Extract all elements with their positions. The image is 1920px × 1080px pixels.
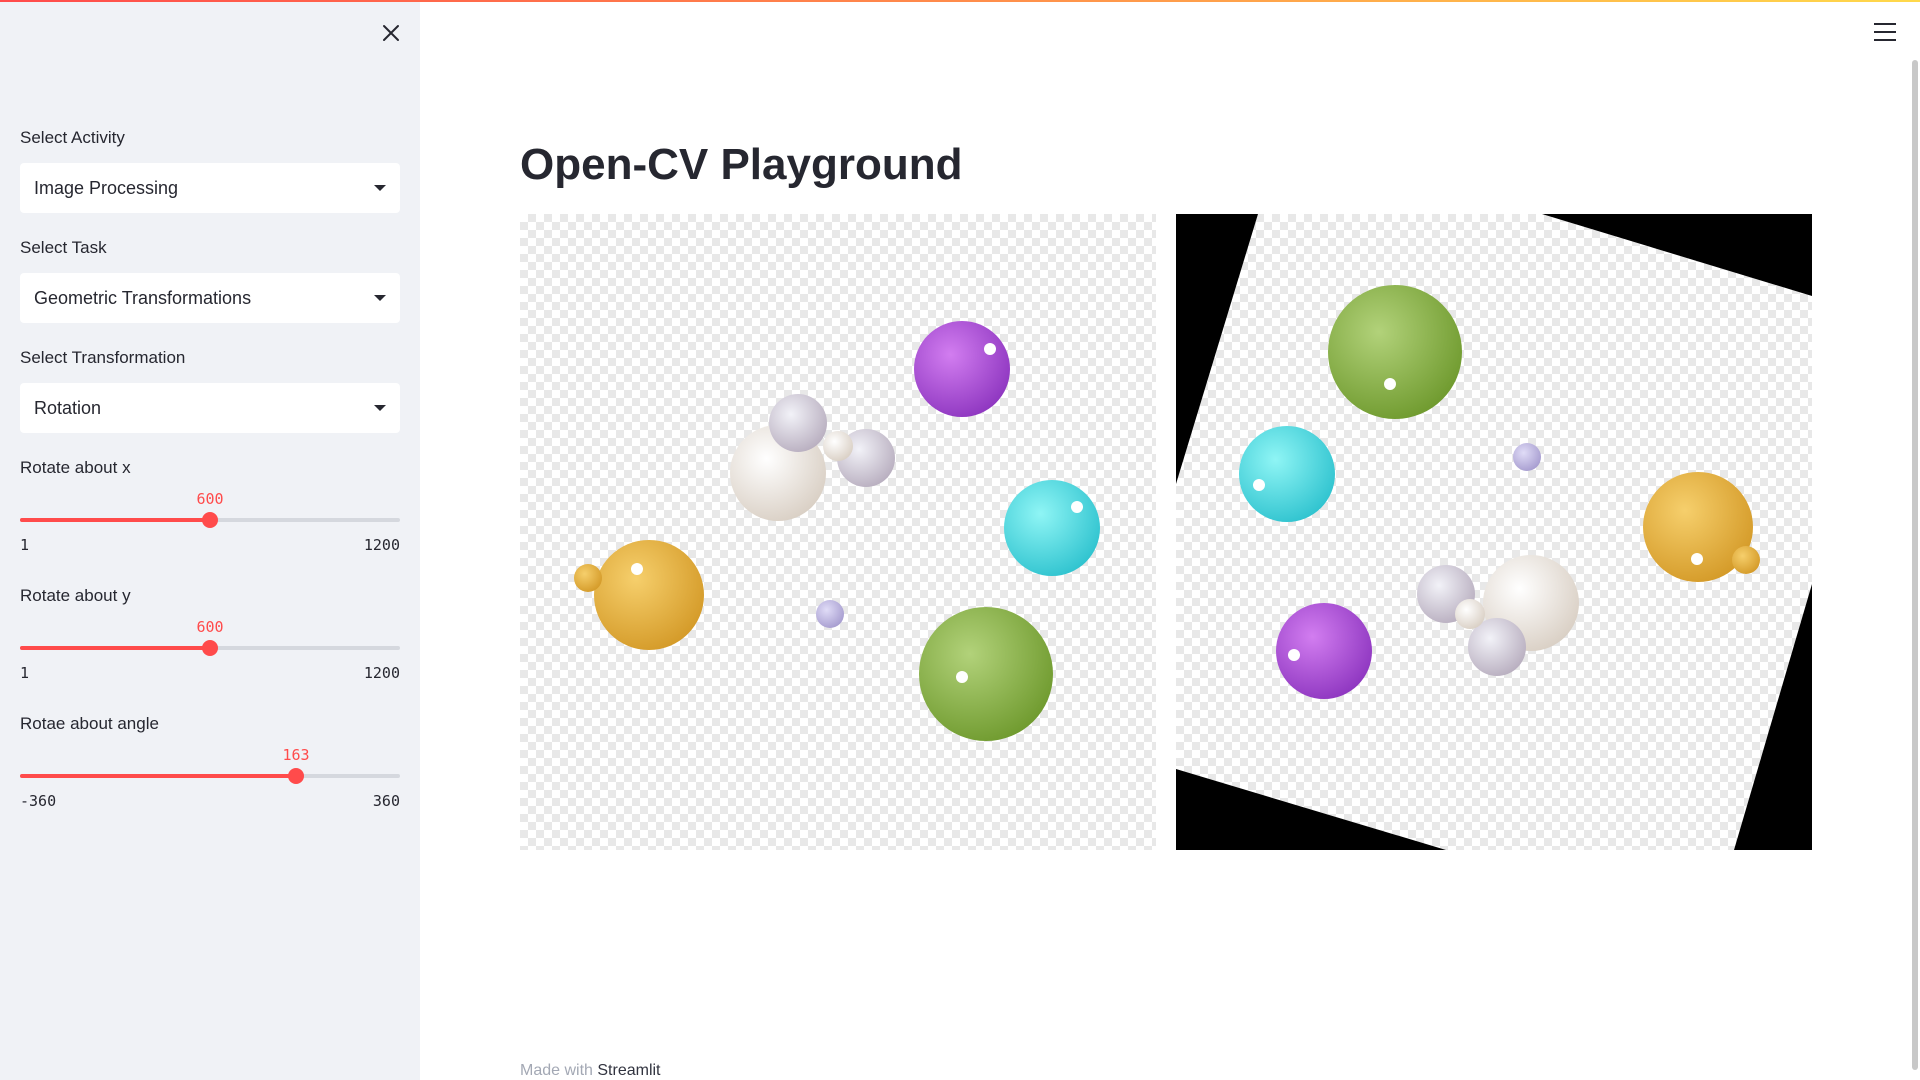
hamburger-menu-icon <box>1874 23 1896 25</box>
select-task-value: Geometric Transformations <box>34 287 252 308</box>
slider-max: 360 <box>372 792 400 810</box>
rotate-y-label: Rotate about y <box>20 586 131 605</box>
chevron-down-icon <box>374 295 386 301</box>
rotate-x-label: Rotate about x <box>20 458 131 477</box>
slider-thumb[interactable] <box>202 640 218 656</box>
hamburger-menu-icon <box>1874 39 1896 41</box>
page-title: Open-CV Playground <box>520 140 963 189</box>
rotated-image <box>1176 214 1812 850</box>
slider-min: 1 <box>20 536 30 554</box>
streamlit-link[interactable]: Streamlit <box>597 1062 660 1079</box>
rotate-angle-label: Rotae about angle <box>20 714 159 733</box>
slider-max: 1200 <box>363 536 400 554</box>
rotated-bubbles-illustration <box>1176 214 1812 850</box>
original-image <box>520 214 1156 850</box>
select-task-label: Select Task <box>20 238 107 257</box>
close-sidebar-button[interactable] <box>376 18 406 48</box>
rotate-y-slider[interactable]: 600 1 1200 <box>20 616 400 686</box>
slider-max: 1200 <box>363 664 400 682</box>
slider-current-value: 163 <box>282 746 310 764</box>
select-activity-label: Select Activity <box>20 128 125 147</box>
sidebar: Select Activity Image Processing Select … <box>0 2 420 1080</box>
slider-min: 1 <box>20 664 30 682</box>
page-scrollbar[interactable] <box>1912 60 1918 1070</box>
slider-min: -360 <box>20 792 57 810</box>
close-icon <box>383 25 399 41</box>
select-transformation-dropdown[interactable]: Rotation <box>20 383 400 433</box>
rotate-angle-slider[interactable]: 163 -360 360 <box>20 744 400 814</box>
footer-prefix: Made with <box>520 1062 598 1079</box>
slider-fill <box>20 518 210 522</box>
chevron-down-icon <box>374 405 386 411</box>
rotate-x-slider[interactable]: 600 1 1200 <box>20 488 400 558</box>
select-transformation-value: Rotation <box>34 397 102 418</box>
chevron-down-icon <box>374 185 386 191</box>
bubbles-illustration <box>574 321 1100 741</box>
slider-current-value: 600 <box>196 618 224 636</box>
select-transformation-label: Select Transformation <box>20 348 186 367</box>
slider-fill <box>20 774 296 778</box>
slider-fill <box>20 646 210 650</box>
footer: Made with Streamlit <box>520 1062 661 1080</box>
select-activity-dropdown[interactable]: Image Processing <box>20 163 400 213</box>
hamburger-menu-icon <box>1874 31 1896 33</box>
slider-thumb[interactable] <box>288 768 304 784</box>
select-task-dropdown[interactable]: Geometric Transformations <box>20 273 400 323</box>
main-menu-button[interactable] <box>1870 20 1900 44</box>
select-activity-value: Image Processing <box>34 177 179 198</box>
slider-current-value: 600 <box>196 490 224 508</box>
slider-thumb[interactable] <box>202 512 218 528</box>
